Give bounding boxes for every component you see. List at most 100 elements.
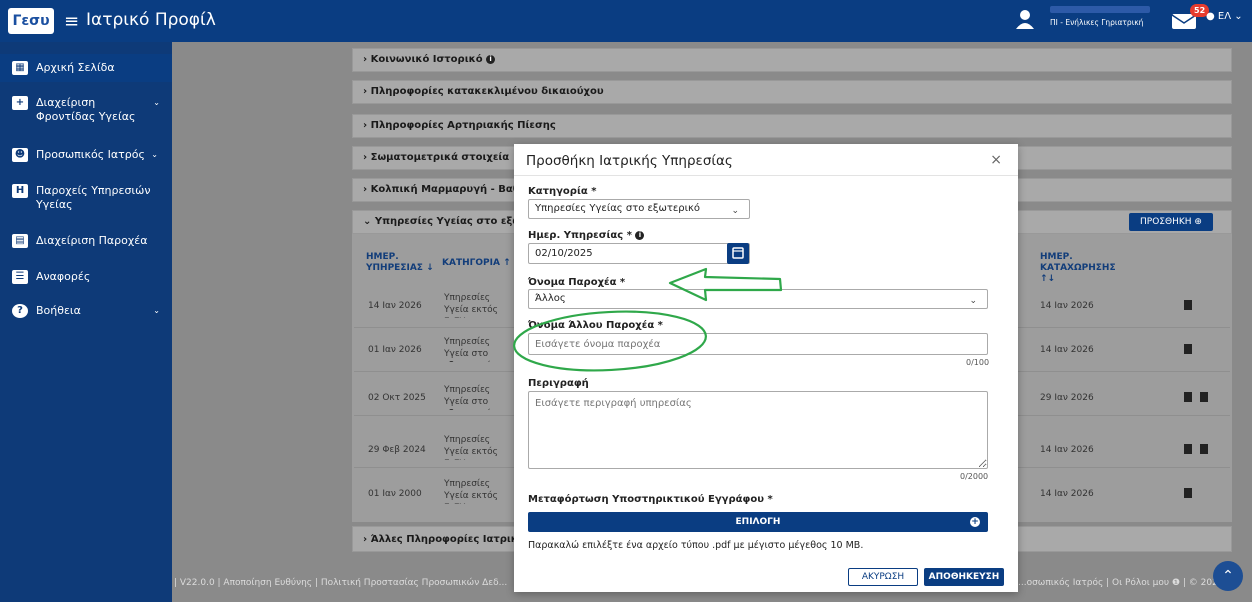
language-label: ΕΛ [1217,11,1232,22]
other-provider-counter: 0/100 [966,358,990,367]
hospital-icon: H [12,184,28,198]
sidebar-item-home[interactable]: ▦ Αρχική Σελίδα [0,54,172,82]
menu-icon[interactable]: ≡ [64,11,79,32]
close-icon[interactable]: × [990,152,1002,168]
chevron-right-icon: › [363,120,368,131]
sidebar-item-reports[interactable]: ☰ Αναφορές [0,268,172,290]
chevron-up-icon: ⌃ [1222,568,1234,584]
user-icon[interactable] [1014,8,1036,30]
description-textarea[interactable] [528,391,988,469]
sidebar-item-providers[interactable]: H Παροχείς Υπηρεσιών Υγείας [0,182,172,216]
sort-icon: ↑↓ [1040,274,1056,284]
sidebar-item-label: Αρχική Σελίδα [36,61,115,74]
sort-icon: ↑ [503,258,511,268]
cell-category: Υπηρεσίες Υγεία στο εξωτερικό [444,337,491,362]
sidebar-item-provider-management[interactable]: ▤ Διαχείριση Παροχέα [0,232,172,254]
document-icon[interactable] [1184,488,1192,498]
plus-circle-icon: ⊕ [1194,217,1202,227]
document-icon[interactable] [1184,344,1192,354]
provider-label: Όνομα Παροχέα * [528,277,626,288]
calendar-icon [732,247,744,259]
other-provider-label: Όνομα Άλλου Παροχέα * [528,320,663,331]
chevron-right-icon: › [363,184,368,195]
sidebar-item-label: Παροχείς Υπηρεσιών Υγείας [36,184,151,211]
description-label: Περιγραφή [528,378,589,389]
cell-category: Υπηρεσίες Υγεία στο εξωτερικό [444,385,491,410]
provider-select[interactable]: Άλλος ⌄ [528,289,988,309]
info-icon: i [635,230,645,240]
panel-blood-pressure[interactable]: › Πληροφορίες Αρτηριακής Πίεσης [352,114,1232,138]
gesy-logo[interactable]: Γεσυ [8,8,54,34]
service-date-input[interactable]: 02/10/2025 [528,243,750,264]
cell-date: 02 Οκτ 2025 [368,393,426,403]
description-counter: 0/2000 [960,472,989,481]
cell-reg-date: 14 Ιαν 2026 [1040,445,1094,455]
trash-icon[interactable] [1200,392,1208,402]
chevron-down-icon: ⌄ [153,306,160,315]
document-icon[interactable] [1184,392,1192,402]
panel-social-history[interactable]: › Κοινωνικό Ιστορικό i [352,48,1232,72]
chevron-down-icon: ⌄ [969,296,977,306]
sidebar-item-label: Βοήθεια [36,304,81,317]
upload-help-text: Παρακαλώ επιλέξτε ένα αρχείο τύπου .pdf … [528,540,864,551]
plus-icon: + [12,96,28,110]
chevron-down-icon: ⌄ [363,216,372,227]
column-header-reg-date[interactable]: ΗΜΕΡ. ΚΑΤΑΧΩΡΗΣΗΣ ↑↓ [1040,252,1130,285]
home-icon: ▦ [12,61,28,75]
cancel-button[interactable]: ΑΚΥΡΩΣΗ [848,568,918,586]
sidebar-item-label: Διαχείριση Φροντίδας Υγείας [36,96,136,123]
footer-right-links[interactable]: ...οσωπικός Ιατρός | Οι Ρόλοι μου ❶ | © … [1018,578,1224,588]
cell-date: 01 Ιαν 2026 [368,345,422,355]
trash-icon[interactable] [1200,444,1208,454]
modal-title: Προσθήκη Ιατρικής Υπηρεσίας [526,153,733,169]
cell-date: 14 Ιαν 2026 [368,301,422,311]
sidebar-item-health-care[interactable]: + Διαχείριση Φροντίδας Υγείας ⌄ [0,94,172,134]
plus-circle-icon: + [970,517,980,527]
cell-category: Υπηρεσίες Υγεία εκτός ΓεΣΥ [444,435,498,460]
other-provider-input[interactable] [528,333,988,355]
chevron-right-icon: › [363,152,368,163]
sidebar-item-label: Αναφορές [36,270,91,283]
scroll-to-top-button[interactable]: ⌃ [1213,561,1243,591]
panel-label: Πληροφορίες Αρτηριακής Πίεσης [370,120,556,131]
sidebar-item-label: Προσωπικός Ιατρός [36,148,145,161]
panel-label: Σωματομετρικά στοιχεία [370,152,510,163]
reports-icon: ☰ [12,270,28,284]
panel-bedridden[interactable]: › Πληροφορίες κατακεκλιμένου δικαιούχου [352,80,1232,104]
column-header-date[interactable]: ΗΜΕΡ. ΥΠΗΡΕΣΙΑΣ ↓ [366,252,436,274]
calendar-button[interactable] [727,243,749,264]
briefcase-icon: ▤ [12,234,28,248]
column-header-category[interactable]: ΚΑΤΗΓΟΡΙΑ ↑ [442,258,511,268]
cell-date: 01 Ιαν 2000 [368,489,422,499]
user-role: ΠΙ - Ενήλικες Γηριατρική [1050,18,1144,27]
chevron-down-icon: ⌄ [151,150,158,159]
language-selector[interactable]: ● ΕΛ ⌄ [1206,11,1243,22]
choose-file-button[interactable]: ΕΠΙΛΟΓΗ + [528,512,988,532]
modal-header: Προσθήκη Ιατρικής Υπηρεσίας × [514,144,1018,176]
sidebar-item-label: Διαχείριση Παροχέα [36,234,148,247]
info-icon: i [486,54,496,64]
panel-label: Άλλες Πληροφορίες Ιατρικού [370,534,532,545]
document-icon[interactable] [1184,300,1192,310]
date-label: Ημερ. Υπηρεσίας * i [528,230,645,241]
chevron-right-icon: › [363,534,368,545]
provider-value: Άλλος [535,293,566,304]
footer-left-links[interactable]: | V22.0.0 | Αποποίηση Ευθύνης | Πολιτική… [174,578,507,588]
category-select[interactable]: Υπηρεσίες Υγείας στο εξωτερικό ⌄ [528,199,750,219]
chevron-down-icon: ⌄ [153,98,160,107]
chevron-right-icon: › [363,54,368,65]
document-icon[interactable] [1184,444,1192,454]
panel-label: Κοινωνικό Ιστορικό [370,54,483,65]
doctor-icon: ☻ [12,148,28,162]
upload-label: Μεταφόρτωση Υποστηρικτικού Εγγράφου * [528,494,773,505]
save-button[interactable]: ΑΠΟΘΗΚΕΥΣΗ [924,568,1004,586]
panel-label: Πληροφορίες κατακεκλιμένου δικαιούχου [370,86,604,97]
chevron-right-icon: › [363,86,368,97]
add-button[interactable]: ΠΡΟΣΘΗΚΗ ⊕ [1129,213,1213,231]
cell-reg-date: 14 Ιαν 2026 [1040,345,1094,355]
cell-reg-date: 14 Ιαν 2026 [1040,489,1094,499]
sidebar: ▦ Αρχική Σελίδα + Διαχείριση Φροντίδας Υ… [0,42,172,602]
sidebar-item-personal-doctor[interactable]: ☻ Προσωπικός Ιατρός ⌄ [0,146,172,168]
sidebar-item-help[interactable]: ? Βοήθεια ⌄ [0,302,172,324]
chevron-down-icon: ⌄ [731,206,739,216]
